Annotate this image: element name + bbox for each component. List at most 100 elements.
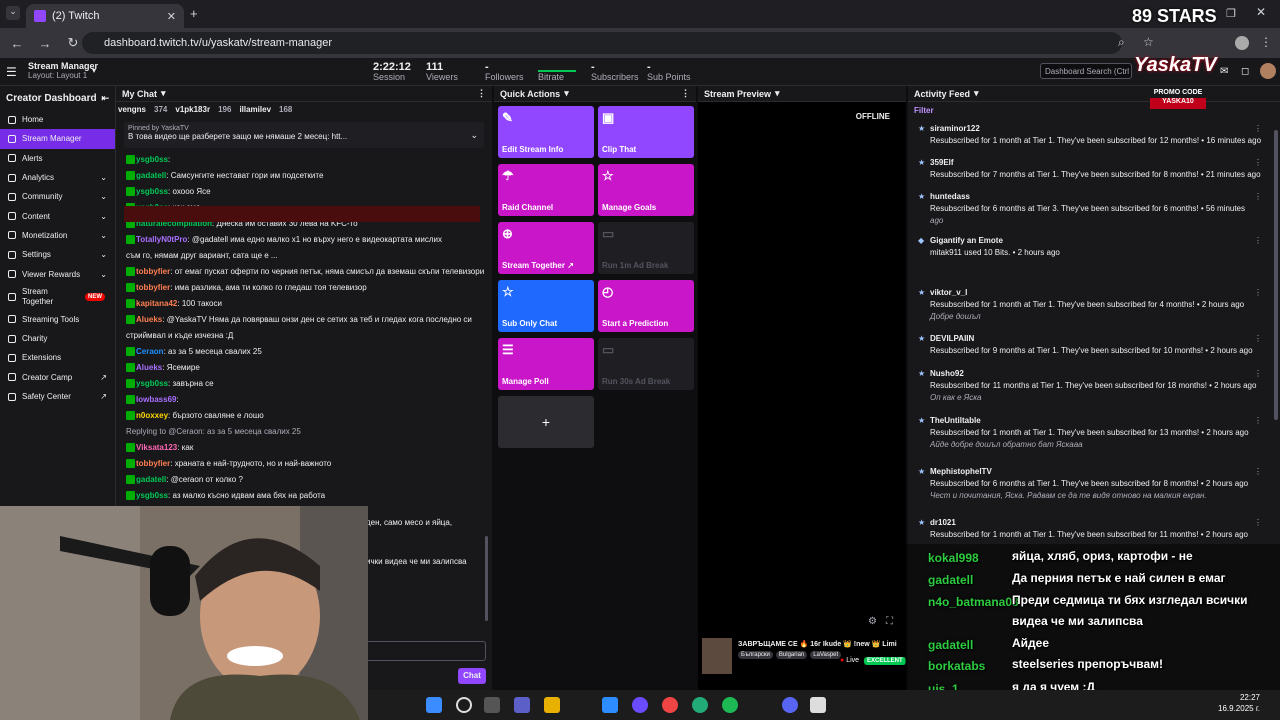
quick-action-tile[interactable]: ⊕ Stream Together ↗ [498, 222, 594, 274]
pinned-message[interactable]: Pinned by YaskaTV В това видео ще разбер… [124, 122, 484, 148]
add-quick-action-button[interactable]: + [498, 396, 594, 448]
feed-item-menu-icon[interactable]: ⋮ [1254, 467, 1262, 476]
quick-action-tile[interactable]: ✎ Edit Stream Info [498, 106, 594, 158]
sidebar-item-viewer-rewards[interactable]: Viewer Rewards ⌄ [0, 264, 115, 283]
chat-message[interactable]: kapitana42: 100 такоси [116, 296, 492, 312]
chat-username[interactable]: gadatell [136, 171, 166, 180]
url-field[interactable]: dashboard.twitch.tv/u/yaskatv/stream-man… [82, 32, 1122, 54]
app-icon[interactable] [810, 697, 826, 713]
teams-icon[interactable] [514, 697, 530, 713]
chat-username[interactable]: tobbyfier [136, 283, 170, 292]
bookmark-star-icon[interactable]: ☆ [1143, 35, 1154, 49]
chat-message[interactable]: стриймвал и къде изчезна :Д [116, 328, 492, 344]
feed-user[interactable]: huntedass [930, 192, 970, 201]
feed-user[interactable]: siraminor122 [930, 124, 980, 133]
feed-item-menu-icon[interactable]: ⋮ [1254, 518, 1262, 527]
user-avatar[interactable] [1260, 63, 1276, 79]
quick-actions-header[interactable]: Quick Actions ▾ ⋮ [494, 86, 696, 102]
chrome-icon[interactable] [662, 697, 678, 713]
chat-message[interactable]: съм го, нямам друг вариант, сата ще е ..… [116, 248, 492, 264]
collapse-sidebar-icon[interactable]: ⇤ [101, 93, 109, 104]
chat-username[interactable]: ysgb0ss [136, 379, 168, 388]
chat-username[interactable]: Alueks [136, 315, 162, 324]
file-explorer-icon[interactable] [544, 697, 560, 713]
quick-action-tile[interactable]: ☰ Manage Poll [498, 338, 594, 390]
sidebar-item-monetization[interactable]: Monetization ⌄ [0, 226, 115, 245]
feed-item-menu-icon[interactable]: ⋮ [1254, 124, 1262, 133]
chat-username[interactable]: ysgb0ss [136, 155, 168, 164]
sidebar-item-charity[interactable]: Charity [0, 329, 115, 348]
feed-item-menu-icon[interactable]: ⋮ [1254, 416, 1262, 425]
panel-menu-icon[interactable]: ⋮ [477, 88, 486, 99]
close-tab-icon[interactable]: ✕ [167, 10, 176, 23]
chat-message[interactable]: gadatell: @ceraon от колко ? [116, 472, 492, 488]
close-window-button[interactable]: ✕ [1256, 5, 1266, 19]
chat-username[interactable]: ysgb0ss [136, 187, 168, 196]
chat-message[interactable]: TotallyN0tPro: @gadatell има едно малко … [116, 232, 492, 248]
quick-action-tile[interactable]: ▭ Run 1m Ad Break [598, 222, 694, 274]
chat-username[interactable]: kapitana42 [136, 299, 177, 308]
sidebar-item-streaming-tools[interactable]: Streaming Tools [0, 310, 115, 329]
feed-item-menu-icon[interactable]: ⋮ [1254, 158, 1262, 167]
chat-message[interactable]: Alueks: @YaskaTV Няма да повярваш онзи д… [116, 312, 492, 328]
chat-username[interactable]: Viksata123 [136, 443, 177, 452]
tab-list-button[interactable]: ⌄ [6, 6, 20, 20]
chat-message[interactable]: ysgb0ss: завърна се [116, 376, 492, 392]
layout-chevron-down-icon[interactable]: ▾ [92, 66, 96, 75]
feed-user[interactable]: DEVILPAIIN [930, 334, 974, 343]
edge-icon[interactable] [692, 697, 708, 713]
chat-username[interactable]: Ceraon [136, 347, 164, 356]
chat-panel-header[interactable]: My Chat ▾ ⋮ [116, 86, 492, 102]
sidebar-item-creator-camp[interactable]: Creator Camp ↗ [0, 368, 115, 387]
sidebar-item-settings[interactable]: Settings ⌄ [0, 245, 115, 264]
feed-user[interactable]: dr1021 [930, 518, 956, 527]
task-view-icon[interactable] [484, 697, 500, 713]
feed-item-menu-icon[interactable]: ⋮ [1254, 192, 1262, 201]
feed-user[interactable]: MephistophelTV [930, 467, 992, 476]
start-menu-icon[interactable] [426, 697, 442, 713]
feed-filter-link[interactable]: Filter [914, 106, 934, 115]
chat-message[interactable]: Viksata123: как [116, 440, 492, 456]
chat-message[interactable]: Alueks: Ясемире [116, 360, 492, 376]
quick-action-tile[interactable]: ▭ Run 30s Ad Break [598, 338, 694, 390]
feed-item-menu-icon[interactable]: ⋮ [1254, 288, 1262, 297]
search-icon[interactable]: ⌕ [1118, 35, 1125, 50]
chat-username[interactable]: gadatell [136, 475, 166, 484]
feed-item-menu-icon[interactable]: ⋮ [1254, 334, 1262, 343]
chat-scrollbar[interactable] [485, 536, 488, 621]
sidebar-item-stream-together[interactable]: Stream Together NEW [0, 284, 115, 310]
feed-user[interactable]: Nusho92 [930, 369, 964, 378]
browser-menu-icon[interactable]: ⋮ [1260, 35, 1272, 49]
sidebar-item-alerts[interactable]: Alerts [0, 149, 115, 168]
app-icon[interactable] [602, 697, 618, 713]
chat-message[interactable]: Ceraon: аз за 5 месеца свалих 25 [116, 344, 492, 360]
page-title[interactable]: Stream Manager Layout: Layout 1 [28, 61, 98, 81]
chat-message[interactable]: tobbyfier: има разлика, ама ти колко го … [116, 280, 492, 296]
feed-user[interactable]: TheUntiltable [930, 416, 981, 425]
feed-user[interactable]: Gigantify an Emote [930, 236, 1003, 245]
chat-username[interactable]: tobbyfier [136, 459, 170, 468]
chat-username[interactable]: tobbyfier [136, 267, 170, 276]
chat-username[interactable]: Alueks [136, 363, 162, 372]
feed-scrollbar[interactable] [1274, 130, 1278, 420]
chat-message[interactable]: ysgb0ss: охооо Ясе [116, 184, 492, 200]
notifications-icon[interactable]: ◻ [1241, 66, 1249, 77]
feed-item-menu-icon[interactable]: ⋮ [1254, 369, 1262, 378]
chat-message[interactable]: lowbass69: [116, 392, 492, 408]
quick-action-tile[interactable]: ☂ Raid Channel [498, 164, 594, 216]
viber-icon[interactable] [632, 697, 648, 713]
sidebar-item-stream-manager[interactable]: Stream Manager [0, 129, 115, 149]
new-tab-button[interactable]: + [190, 6, 198, 21]
chat-username[interactable]: ysgb0ss [136, 491, 168, 500]
sidebar-item-content[interactable]: Content ⌄ [0, 206, 115, 225]
chat-username[interactable]: TotallyN0tPro [136, 235, 187, 244]
feed-item-menu-icon[interactable]: ⋮ [1254, 236, 1262, 245]
feed-user[interactable]: 359Elf [930, 158, 954, 167]
chat-message[interactable]: gadatell: Самсунгите нестават гори им по… [116, 168, 492, 184]
discord-icon[interactable] [782, 697, 798, 713]
expand-pinned-icon[interactable]: ⌄ [470, 130, 478, 141]
feed-user[interactable]: viktor_v_l [930, 288, 967, 297]
clock[interactable]: 22:27 16.9.2025 г. [1218, 692, 1260, 714]
dashboard-search-input[interactable]: Dashboard Search (Ctrl [1040, 63, 1132, 79]
restore-window-button[interactable]: ❐ [1226, 7, 1236, 20]
